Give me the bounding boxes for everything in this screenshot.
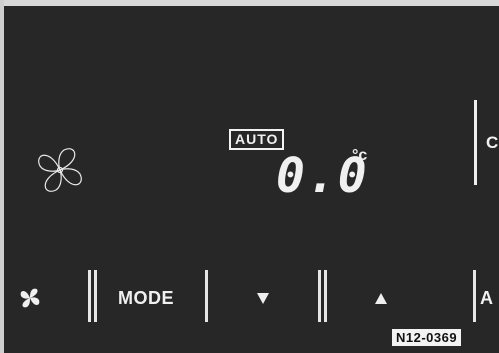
auto-mode-indicator: AUTO [229, 129, 285, 150]
separator-2 [205, 270, 208, 322]
up-triangle-icon [375, 292, 387, 304]
mode-button-label: MODE [118, 287, 174, 308]
top-frame-edge [0, 0, 499, 6]
temperature-up-button[interactable] [336, 268, 426, 328]
fan-icon [20, 288, 40, 308]
down-triangle-icon [257, 292, 269, 304]
fan-button[interactable] [10, 268, 50, 328]
control-button-bar: MODE A [0, 268, 499, 328]
temperature-down-button[interactable] [218, 268, 308, 328]
figure-code-label: N12-0369 [392, 329, 462, 346]
separator-3b [324, 270, 327, 322]
climate-control-panel: AUTO 0.0 °c C MODE A N12-0369 [0, 0, 499, 353]
separator-3 [318, 270, 321, 322]
mode-button[interactable]: MODE [100, 268, 192, 328]
right-partial-label: C [486, 133, 499, 152]
separator-1 [88, 270, 91, 322]
right-divider [474, 100, 477, 185]
fan-speed-indicator-icon [38, 148, 82, 192]
separator-4 [473, 270, 476, 322]
auto-button-partial-label: A [480, 287, 494, 308]
temperature-unit: °c [352, 147, 368, 164]
auto-button-partial[interactable]: A [480, 268, 499, 328]
separator-1b [94, 270, 97, 322]
